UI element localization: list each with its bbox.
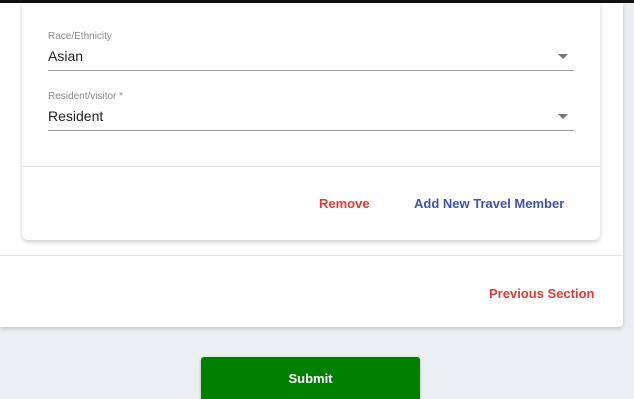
form-section-card: Race/Ethnicity Asian Resident/visitor * …	[0, 3, 623, 327]
dropdown-caret-icon[interactable]	[558, 54, 568, 59]
card-actions-divider	[22, 166, 600, 167]
dropdown-caret-icon[interactable]	[558, 114, 568, 119]
race-ethnicity-value[interactable]: Asian	[48, 48, 83, 64]
add-new-travel-member-button[interactable]: Add New Travel Member	[414, 196, 564, 211]
travel-member-card: Race/Ethnicity Asian Resident/visitor * …	[22, 3, 600, 240]
field-underline	[48, 130, 574, 131]
resident-visitor-label: Resident/visitor *	[48, 91, 124, 102]
previous-section-button[interactable]: Previous Section	[489, 286, 594, 301]
section-actions-divider	[0, 255, 623, 256]
submit-button[interactable]: Submit	[201, 357, 420, 399]
remove-button[interactable]: Remove	[319, 196, 370, 211]
race-ethnicity-label: Race/Ethnicity	[48, 31, 112, 42]
field-underline	[48, 70, 574, 71]
resident-visitor-value[interactable]: Resident	[48, 108, 103, 124]
